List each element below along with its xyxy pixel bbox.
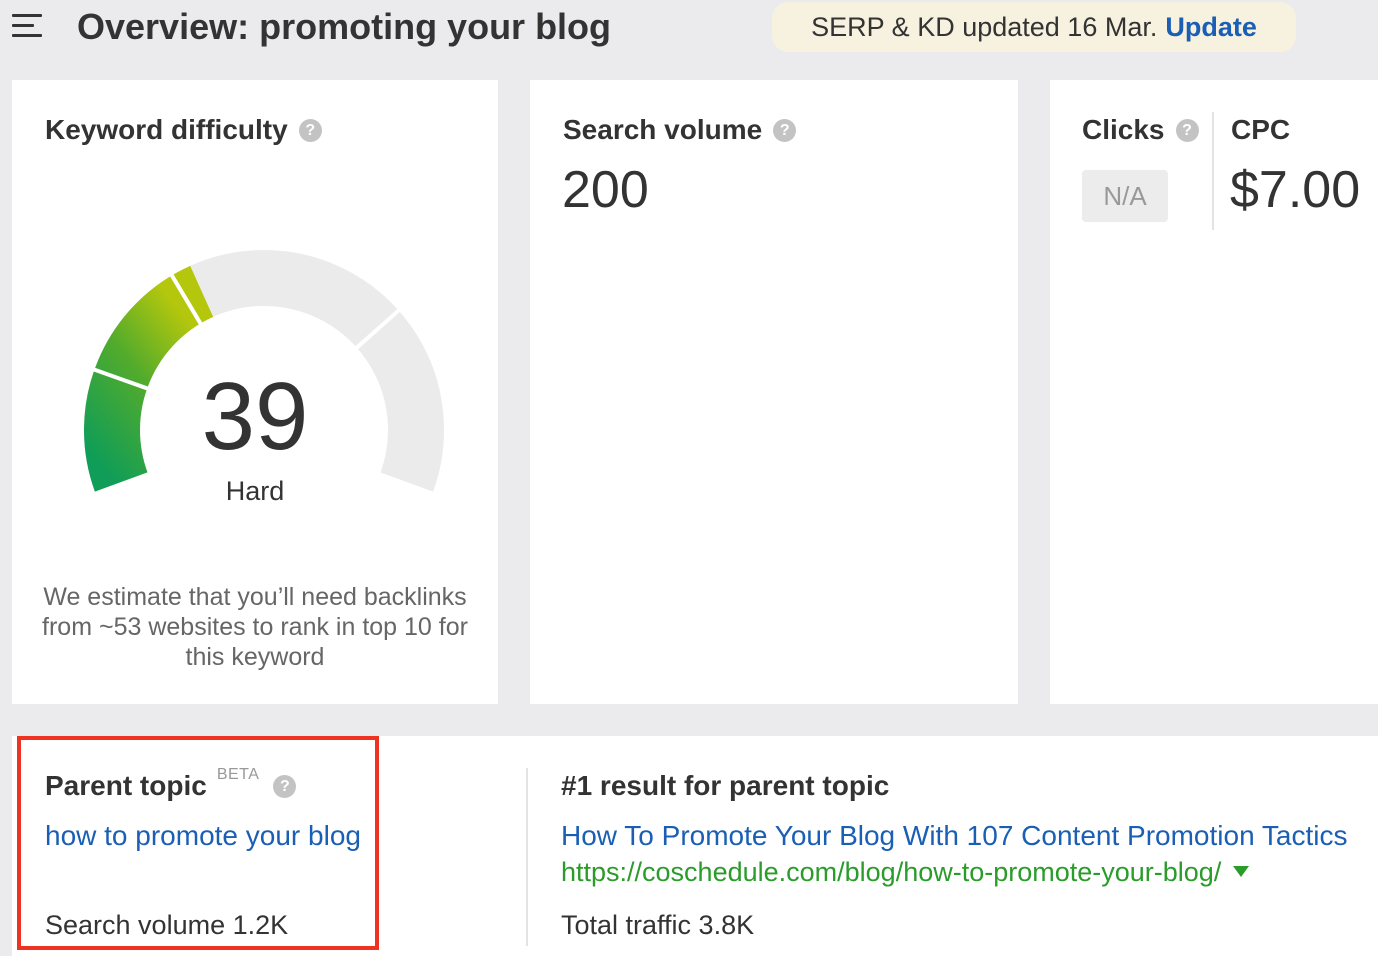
dropdown-caret-icon[interactable]: [1233, 866, 1250, 877]
help-icon[interactable]: ?: [273, 774, 297, 798]
update-link[interactable]: Update: [1165, 12, 1257, 43]
top-result-url-row: https://coschedule.com/blog/how-to-promo…: [561, 857, 1250, 888]
keyword-difficulty-label: Keyword difficulty: [45, 114, 288, 145]
clicks-title: Clicks ?: [1082, 114, 1199, 146]
search-volume-value: 200: [562, 161, 649, 219]
divider: [526, 768, 528, 946]
search-volume-label: Search volume: [563, 114, 763, 145]
search-volume-card: Search volume ? 200: [530, 80, 1018, 704]
parent-topic-label: Parent topic: [45, 770, 207, 801]
clicks-value: N/A: [1082, 170, 1168, 222]
top-result-label: #1 result for parent topic: [561, 770, 890, 801]
parent-topic-card: Parent topic BETA ? how to promote your …: [12, 736, 1378, 956]
cpc-label: CPC: [1231, 114, 1291, 145]
divider: [1212, 112, 1214, 230]
top-result-url-link[interactable]: https://coschedule.com/blog/how-to-promo…: [561, 857, 1221, 887]
parent-topic-search-volume: Search volume 1.2K: [45, 910, 289, 940]
menu-icon[interactable]: [12, 14, 44, 40]
beta-badge: BETA: [216, 766, 260, 783]
keyword-difficulty-level: Hard: [225, 476, 285, 506]
cpc-value: $7.00: [1230, 161, 1361, 219]
help-icon[interactable]: ?: [298, 118, 322, 142]
top-result-total-traffic: Total traffic 3.8K: [561, 910, 755, 940]
parent-topic-title: Parent topic BETA ?: [45, 766, 297, 802]
search-volume-title: Search volume ?: [563, 114, 797, 146]
keyword-difficulty-score: 39: [201, 363, 309, 470]
parent-topic-keyword-link[interactable]: how to promote your blog: [45, 820, 361, 852]
serp-update-banner: SERP & KD updated 16 Mar. Update: [772, 2, 1296, 52]
backlinks-estimate: We estimate that you’ll need backlinks f…: [42, 583, 468, 671]
page-title: Overview: promoting your blog: [77, 6, 612, 47]
cpc-title: CPC: [1231, 114, 1290, 146]
help-icon[interactable]: ?: [1175, 118, 1199, 142]
clicks-cpc-card: Clicks ? N/A CPC $7.00: [1050, 80, 1378, 704]
top-result-title: #1 result for parent topic: [561, 770, 889, 802]
clicks-label: Clicks: [1082, 114, 1165, 145]
help-icon[interactable]: ?: [773, 118, 797, 142]
top-result-page-link[interactable]: How To Promote Your Blog With 107 Conten…: [561, 820, 1348, 852]
keyword-difficulty-title: Keyword difficulty ?: [45, 114, 322, 146]
serp-banner-text: SERP & KD updated 16 Mar.: [811, 11, 1158, 42]
keyword-difficulty-card: Keyword difficulty ? 39 Hard We estimate…: [12, 80, 498, 704]
